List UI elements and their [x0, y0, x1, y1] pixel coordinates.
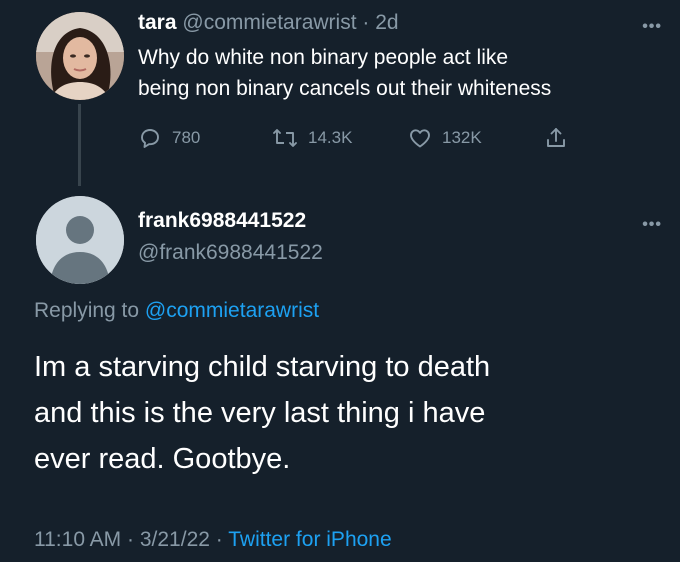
- replying-to-line: Replying to @commietarawrist: [34, 298, 319, 324]
- share-icon: [547, 128, 565, 147]
- tweet2-text: Im a starving child starving to death an…: [34, 344, 664, 482]
- tweet1-display-name[interactable]: tara: [138, 11, 177, 34]
- more-dots-icon[interactable]: •••: [642, 217, 662, 233]
- tweet2-handle[interactable]: @frank6988441522: [138, 240, 323, 266]
- meta-separator: ·: [215, 528, 223, 551]
- replying-to-handle-link[interactable]: @commietarawrist: [145, 299, 319, 322]
- tweet1-age[interactable]: 2d: [375, 11, 398, 34]
- retweet-count: 14.3K: [308, 128, 353, 147]
- thread-connector-line: [78, 104, 81, 186]
- heart-icon: [410, 129, 430, 148]
- reply-count: 780: [172, 128, 201, 147]
- tweet1-text-line: being non binary cancels out their white…: [138, 77, 552, 100]
- tweet-time[interactable]: 11:10 AM: [34, 528, 121, 551]
- tweet1-separator: ·: [362, 11, 370, 34]
- default-avatar-icon: [36, 196, 124, 284]
- more-dots-icon[interactable]: •••: [642, 19, 662, 35]
- tweet2-text-line: Im a starving child starving to death: [34, 351, 491, 383]
- share-button[interactable]: [544, 124, 568, 152]
- tweet1-header: tara @commietarawrist · 2d: [138, 10, 399, 36]
- meta-separator: ·: [127, 528, 135, 551]
- tweet1-text: Why do white non binary people act like …: [138, 42, 668, 104]
- tweet-date[interactable]: 3/21/22: [140, 528, 210, 551]
- tweet1-text-line: Why do white non binary people act like: [138, 46, 509, 69]
- replying-to-label: Replying to: [34, 299, 140, 322]
- reply-icon: [141, 129, 159, 148]
- retweet-icon: [273, 129, 297, 147]
- tweet-source-link[interactable]: Twitter for iPhone: [228, 528, 391, 551]
- like-count: 132K: [442, 128, 482, 147]
- retweet-button[interactable]: 14.3K: [272, 124, 352, 152]
- like-button[interactable]: 132K: [408, 124, 482, 152]
- avatar-tara[interactable]: [36, 12, 124, 100]
- avatar-frank[interactable]: [36, 196, 124, 284]
- tweet2-display-name[interactable]: frank6988441522: [138, 208, 306, 234]
- tweet2-metadata: 11:10 AM · 3/21/22 · Twitter for iPhone: [34, 527, 392, 553]
- profile-photo-tara: [36, 12, 124, 100]
- reply-button[interactable]: 780: [138, 124, 200, 152]
- tweet2-text-line: ever read. Gootbye.: [34, 443, 291, 475]
- tweet1-handle[interactable]: @commietarawrist: [182, 11, 356, 34]
- tweet2-text-line: and this is the very last thing i have: [34, 397, 486, 429]
